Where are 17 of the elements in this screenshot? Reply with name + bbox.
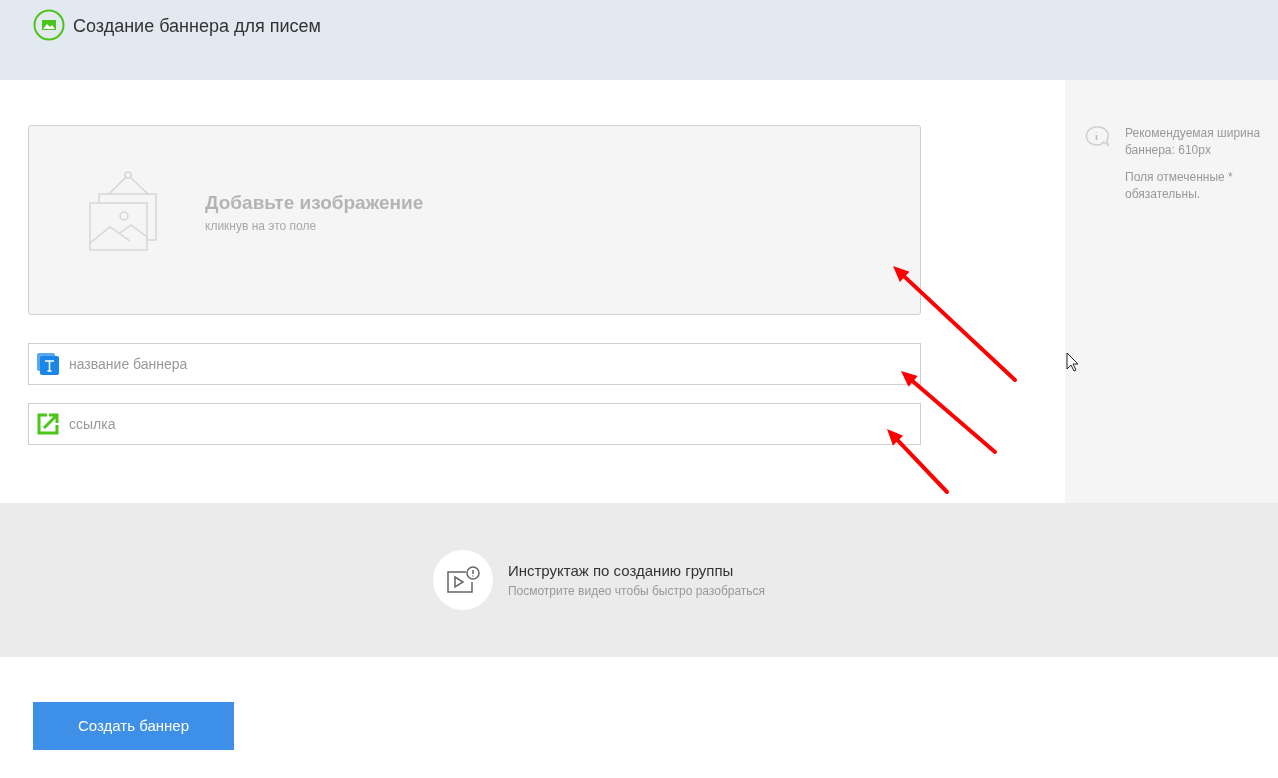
input-field[interactable]: название баннера bbox=[28, 343, 921, 385]
external-link-icon bbox=[37, 413, 59, 435]
tutorial-subtitle: Посмотрите видео чтобы быстро разобраться bbox=[507, 583, 766, 601]
dropzone-title: Добавьте изображение bbox=[205, 190, 424, 215]
create-banner-button[interactable]: Создать баннер bbox=[33, 702, 234, 750]
tutorial-title[interactable]: Инструктаж по созданию группы bbox=[507, 559, 766, 583]
image-dropzone[interactable]: Добавьте изображение кликнув на это поле bbox=[28, 125, 921, 315]
image-icon bbox=[33, 9, 65, 41]
text-icon bbox=[37, 353, 59, 375]
video-icon bbox=[445, 566, 480, 594]
picture-frame-icon bbox=[89, 171, 159, 251]
info-icon bbox=[1085, 125, 1109, 147]
input-field[interactable]: ссылка bbox=[28, 403, 921, 445]
info-note: Рекомендуемая ширина баннера: 610px bbox=[1125, 125, 1262, 159]
page-title: Создание баннера для писем bbox=[73, 15, 321, 38]
info-note: Поля отмеченные * обязательны. bbox=[1125, 169, 1234, 203]
dropzone-hint: кликнув на это поле bbox=[205, 218, 318, 236]
